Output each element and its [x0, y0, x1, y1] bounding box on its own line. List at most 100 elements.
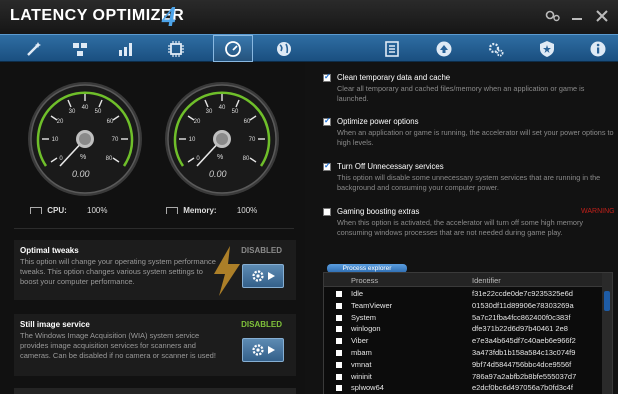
svg-text:70: 70 — [249, 137, 256, 143]
row-checkbox[interactable] — [336, 338, 342, 345]
memory-value: 100% — [236, 206, 258, 215]
memory-icon — [166, 207, 178, 215]
toolbar-network-button[interactable] — [60, 35, 100, 62]
services-checkbox[interactable] — [323, 161, 331, 171]
toolbar-info-button[interactable] — [578, 35, 618, 62]
option-description: Clear all temporary and cached files/mem… — [337, 84, 585, 103]
cpu-gauge: 0 10 20 30 40 50 60 70 80 % 0.00 — [26, 80, 144, 198]
table-row[interactable]: Viber e7e3a4b645df7c40aeb6e966f2 — [324, 336, 602, 347]
svg-text:60: 60 — [107, 119, 114, 125]
column-header-identifier[interactable]: Identifier — [472, 276, 501, 285]
process-name: winlogon — [351, 324, 381, 334]
process-identifier: dfe371b22d6d97b40461 2e8 — [472, 324, 568, 334]
row-checkbox[interactable] — [336, 291, 342, 297]
svg-text:10: 10 — [189, 137, 196, 143]
card-description: The Windows Image Acquisition (WIA) syst… — [20, 331, 216, 360]
optimal-tweaks-card: Optimal tweaks This option will change y… — [14, 240, 296, 300]
toolbar-document-list-button[interactable] — [372, 35, 412, 62]
next-card-partial — [14, 388, 296, 394]
process-name: Viber — [351, 336, 369, 346]
option-label: Gaming boosting extras — [337, 207, 420, 216]
memory-label: Memory: — [183, 206, 217, 215]
cpu-icon — [30, 207, 42, 215]
option-label: Clean temporary data and cache — [337, 73, 451, 82]
toolbar-chip-button[interactable] — [156, 35, 196, 62]
chart-icon — [119, 42, 132, 56]
memory-percent-symbol: % — [217, 154, 224, 161]
optimal-tweaks-toggle-button[interactable] — [242, 264, 284, 288]
table-row[interactable]: vmnat 9bf74d5844756bbc4dce9556f — [324, 360, 602, 371]
toolbar-globe-button[interactable] — [264, 35, 304, 62]
minimize-icon[interactable] — [571, 9, 583, 25]
close-icon[interactable] — [596, 9, 608, 25]
process-name: wininit — [351, 371, 372, 381]
toolbar-shield-button[interactable] — [527, 35, 567, 62]
row-checkbox[interactable] — [336, 385, 342, 392]
table-row[interactable]: TeamViewer 01530df11d89906e78303269a — [324, 301, 602, 312]
power-options-checkbox[interactable] — [323, 116, 331, 126]
row-checkbox[interactable] — [336, 361, 342, 368]
card-title: Still image service — [20, 320, 90, 329]
svg-text:50: 50 — [95, 109, 102, 115]
globe-icon — [277, 41, 291, 56]
process-identifier: 786a97a2abfb2b8bfe555037d7 — [472, 371, 577, 381]
table-header: Process Identifier — [324, 273, 602, 287]
table-row[interactable]: Idle f31e22ccde0de7c9235325e6d — [324, 289, 602, 300]
option-description: When this option is activated, the accel… — [337, 218, 584, 237]
toolbar-upload-button[interactable] — [424, 35, 464, 62]
speedometer-icon — [225, 40, 241, 57]
toolbar-speedometer-button[interactable] — [213, 35, 253, 62]
process-name: Idle — [351, 289, 364, 298]
process-identifier: e7e3a4b645df7c40aeb6e966f2 — [472, 336, 576, 346]
row-checkbox[interactable] — [336, 326, 342, 333]
row-checkbox[interactable] — [336, 350, 342, 356]
shield-icon — [540, 40, 554, 57]
gears-icon — [488, 42, 504, 56]
row-checkbox[interactable] — [336, 302, 342, 309]
process-name: splwow64 — [351, 383, 384, 393]
svg-text:20: 20 — [57, 119, 64, 125]
process-identifier: e2dcf0bc6d497056a7b0fd3c4f — [472, 383, 573, 393]
toolbar — [0, 34, 618, 62]
toolbar-gears-button[interactable] — [476, 35, 516, 62]
gaming-extras-checkbox[interactable] — [323, 208, 331, 216]
clean-temp-checkbox[interactable] — [323, 72, 331, 82]
scrollbar-thumb[interactable] — [604, 291, 610, 311]
gear-icon — [252, 270, 264, 282]
row-checkbox[interactable] — [336, 373, 342, 380]
toolbar-chart-button[interactable] — [106, 35, 146, 62]
table-row[interactable]: splwow64 e2dcf0bc6d497056a7b0fd3c4f — [324, 383, 602, 394]
table-row[interactable]: System 5a7c21fba4fcc862400f0c383f — [324, 313, 602, 324]
process-name: vmnat — [351, 359, 372, 369]
still-image-toggle-button[interactable] — [242, 338, 284, 362]
toolbar-magic-wand-button[interactable] — [14, 35, 54, 62]
document-list-icon — [385, 40, 399, 57]
table-row[interactable]: mbam 3a473fdb1b158a584c13c074f9 — [324, 348, 602, 359]
table-row[interactable]: wininit 786a97a2abfb2b8bfe555037d7 — [324, 372, 602, 383]
gear-icon — [252, 344, 264, 356]
options-panel: Clean temporary data and cache Clear all… — [305, 62, 618, 394]
svg-text:20: 20 — [194, 119, 201, 125]
lightning-icon — [214, 246, 240, 296]
table-row[interactable]: winlogon dfe371b22d6d97b40461 2e8 — [324, 324, 602, 335]
system-monitor-panel: 0 10 20 30 40 50 60 70 80 % 0.00 0 10 20… — [0, 62, 305, 394]
scrollbar[interactable] — [602, 273, 612, 394]
svg-text:80: 80 — [106, 156, 113, 162]
card-status: DISABLED — [241, 246, 282, 255]
process-name: mbam — [351, 348, 372, 357]
card-description: This option will change your operating s… — [20, 257, 216, 286]
svg-text:50: 50 — [232, 109, 239, 115]
info-icon — [590, 41, 606, 56]
process-identifier: 5a7c21fba4fcc862400f0c383f — [472, 312, 571, 322]
app-title: LATENCY OPTIMIZER — [10, 7, 185, 24]
still-image-service-card: Still image service The Windows Image Ac… — [14, 314, 296, 376]
svg-text:40: 40 — [82, 105, 89, 111]
option-label: Turn Off Unnecessary services — [337, 162, 444, 171]
svg-text:40: 40 — [219, 105, 226, 111]
column-header-process[interactable]: Process — [351, 276, 378, 285]
option-label: Optimize power options — [337, 117, 419, 126]
row-checkbox[interactable] — [336, 314, 342, 321]
settings-icon[interactable] — [545, 9, 561, 25]
upload-icon — [436, 41, 452, 56]
network-icon — [73, 42, 87, 56]
